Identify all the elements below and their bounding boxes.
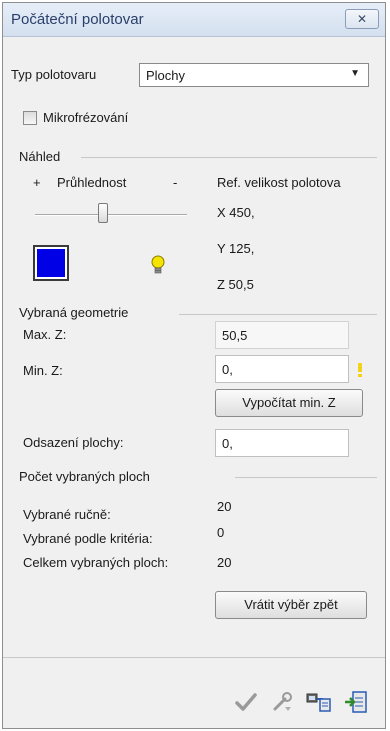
compute-min-z-button[interactable]: Vypočítat min. Z (215, 389, 363, 417)
preview-group-label: Náhled (19, 149, 61, 164)
blank-type-value: Plochy (146, 68, 186, 83)
confirm-button[interactable] (231, 687, 261, 717)
exit-icon (345, 691, 367, 713)
transparency-slider[interactable] (35, 214, 187, 216)
dialog-panel: Počáteční polotovar ✕ Typ polotovaru Plo… (2, 2, 386, 729)
checkmark-icon (235, 693, 257, 711)
light-bulb-icon[interactable] (151, 255, 165, 280)
transparency-plus[interactable]: + (33, 175, 41, 190)
transfer-button[interactable] (303, 687, 333, 717)
warning-icon (355, 363, 365, 380)
title-bar: Počáteční polotovar ✕ (3, 3, 385, 37)
close-icon: ✕ (356, 12, 368, 26)
blank-type-select[interactable]: Plochy ▼ (139, 63, 369, 87)
max-z-field: 50,5 (215, 321, 349, 349)
ref-size-z: Z 50,5 (217, 277, 254, 292)
ref-size-y: Y 125, (217, 241, 255, 256)
blank-color-swatch[interactable] (33, 245, 69, 281)
tool-button[interactable] (267, 687, 297, 717)
transfer-icon (306, 693, 331, 712)
geometry-group-divider (179, 314, 377, 315)
chevron-down-icon: ▼ (350, 68, 360, 79)
surfaces-group-label: Počet vybraných ploch (19, 469, 150, 484)
ref-size-label: Ref. velikost polotova (217, 175, 341, 190)
micro-milling-label[interactable]: Mikrofrézování (43, 110, 128, 125)
total-count-value: 20 (217, 555, 232, 570)
criteria-count-value: 0 (217, 525, 225, 540)
surface-offset-input[interactable]: 0, (215, 429, 349, 457)
manual-count-label: Vybrané ručně: (23, 507, 111, 522)
max-z-value: 50,5 (222, 328, 248, 343)
min-z-input[interactable]: 0, (215, 355, 349, 383)
geometry-group-label: Vybraná geometrie (19, 305, 129, 320)
footer-divider (3, 657, 385, 658)
blank-type-label: Typ polotovaru (11, 67, 97, 82)
close-button[interactable]: ✕ (345, 9, 379, 29)
min-z-value: 0, (222, 362, 233, 377)
surfaces-group-divider (235, 477, 377, 478)
preview-group-divider (81, 157, 377, 158)
wrench-icon (273, 692, 292, 711)
micro-milling-checkbox[interactable] (23, 111, 37, 125)
window-title: Počáteční polotovar (11, 11, 144, 28)
min-z-label: Min. Z: (23, 363, 63, 378)
surface-offset-value: 0, (222, 436, 233, 451)
exit-button[interactable] (341, 687, 371, 717)
transparency-minus[interactable]: - (173, 175, 177, 190)
manual-count-value: 20 (217, 499, 232, 514)
transparency-label: Průhlednost (57, 175, 127, 190)
ref-size-x: X 450, (217, 205, 255, 220)
undo-selection-button[interactable]: Vrátit výběr zpět (215, 591, 367, 619)
total-count-label: Celkem vybraných ploch: (23, 555, 169, 570)
max-z-label: Max. Z: (23, 327, 67, 342)
transparency-slider-thumb[interactable] (98, 203, 108, 223)
criteria-count-label: Vybrané podle kritéria: (23, 531, 153, 546)
surface-offset-label: Odsazení plochy: (23, 435, 124, 450)
